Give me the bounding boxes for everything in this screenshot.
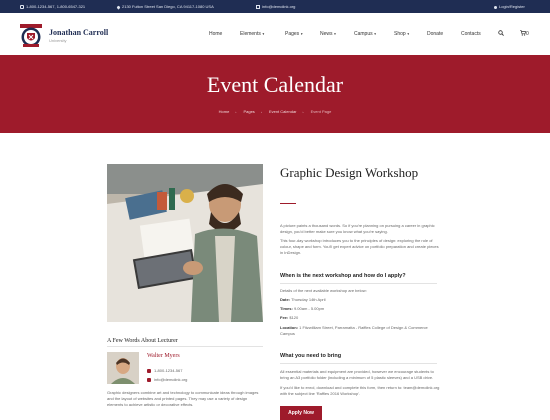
search-icon[interactable] <box>498 30 504 36</box>
nav-item-shop[interactable]: Shop▼ <box>394 31 410 37</box>
site-header: Jonathan Carroll University Home Element… <box>0 13 550 55</box>
breadcrumb-pages[interactable]: Pages <box>243 109 254 114</box>
topbar-email[interactable]: info@demolink.org <box>256 4 295 9</box>
section-divider <box>280 283 437 284</box>
page-title: Event Calendar <box>206 72 344 97</box>
lecturer-email[interactable]: info@demolink.org <box>147 377 187 382</box>
lecturer-portrait-image <box>107 352 139 384</box>
lecturer-name[interactable]: Walter Myers <box>147 353 180 359</box>
lecturer-email-text: info@demolink.org <box>154 377 188 382</box>
bring-text-1: All essential materials and equipment ar… <box>280 369 434 380</box>
detail-fee-label: Fee: <box>280 315 289 320</box>
chevron-down-icon: ▼ <box>261 32 265 36</box>
what-to-bring-heading: What you need to bring <box>280 353 342 359</box>
breadcrumb-event-calendar[interactable]: Event Calendar <box>269 109 297 114</box>
detail-location-label: Location: <box>280 325 298 330</box>
topbar-email-text: info@demolink.org <box>262 4 296 9</box>
nav-label: Home <box>209 31 223 37</box>
topbar-phone-text: 1-800-1234-567, 1-800-6547-321 <box>26 4 86 9</box>
breadcrumb: Home › Pages › Event Calendar › Event Page <box>0 109 550 114</box>
user-icon <box>494 6 497 9</box>
detail-times: Times: 9.00am - 5.00pm <box>280 306 440 312</box>
section-divider <box>280 363 437 364</box>
nav-item-elements[interactable]: Elements▼ <box>240 31 265 37</box>
breadcrumb-separator-icon: › <box>235 110 237 114</box>
mail-icon <box>256 5 260 9</box>
location-pin-icon <box>116 5 121 10</box>
chevron-down-icon: ▼ <box>373 32 377 36</box>
university-crest-icon[interactable] <box>20 23 42 47</box>
bring-text-2: If you'd like to enrol, download and com… <box>280 385 440 396</box>
mail-icon <box>147 378 151 382</box>
brand-name[interactable]: Jonathan Carroll <box>49 28 108 37</box>
event-intro-1: A picture paints a thousand words. So if… <box>280 223 435 234</box>
cart-button[interactable]: 0 <box>520 30 529 37</box>
breadcrumb-current: Event Page <box>310 109 332 114</box>
detail-date-value: Thursday 14th April <box>291 297 326 302</box>
event-photo <box>107 164 263 322</box>
page-banner: Event Calendar Home › Pages › Event Calend… <box>0 55 550 133</box>
topbar-address: 2130 Fulton Street San Diego, CA 94117-1… <box>116 4 214 10</box>
login-register-text: Login/Register <box>499 4 525 9</box>
nav-label: Elements <box>240 31 261 37</box>
chevron-down-icon: ▼ <box>333 32 337 36</box>
lecturer-divider <box>107 346 263 347</box>
detail-times-value: 9.00am - 5.00pm <box>293 306 325 311</box>
topbar-phone[interactable]: 1-800-1234-567, 1-800-6547-321 <box>20 4 85 9</box>
event-title: Graphic Design Workshop <box>280 165 419 180</box>
detail-date-label: Date: <box>280 297 291 302</box>
chevron-down-icon: ▼ <box>406 32 410 36</box>
top-bar: 1-800-1234-567, 1-800-6547-321 2130 Fult… <box>0 0 550 13</box>
nav-item-contacts[interactable]: Contacts <box>461 31 481 37</box>
nav-item-donate[interactable]: Donate <box>427 31 443 37</box>
apply-now-button[interactable]: Apply Now <box>280 406 322 420</box>
breadcrumb-separator-icon: › <box>260 110 262 114</box>
lecturer-phone[interactable]: 1-800-1234-567 <box>147 368 182 373</box>
nav-label: Shop <box>394 31 406 37</box>
topbar-address-text: 2130 Fulton Street San Diego, CA 94117-1… <box>122 4 214 9</box>
breadcrumb-home[interactable]: Home <box>219 109 230 114</box>
details-intro: Details of the next available workshop a… <box>280 288 367 293</box>
nav-item-campus[interactable]: Campus▼ <box>354 31 377 37</box>
cart-count: 0 <box>526 31 529 37</box>
detail-date: Date: Thursday 14th April <box>280 297 440 303</box>
detail-location: Location: 1 Fitzwilliam Street, Parramat… <box>280 325 440 337</box>
login-register-link[interactable]: Login/Register <box>494 4 525 9</box>
detail-times-label: Times: <box>280 306 293 311</box>
lecturer-phone-text: 1-800-1234-567 <box>154 368 183 373</box>
designer-at-desk-image <box>107 164 263 322</box>
detail-fee: Fee: $120 <box>280 315 440 321</box>
detail-fee-value: $120 <box>289 315 299 320</box>
nav-item-home[interactable]: Home <box>209 31 222 37</box>
nav-label: Contacts <box>461 31 481 37</box>
detail-location-value: 1 Fitzwilliam Street, Parramatta - Raffl… <box>280 325 428 336</box>
nav-label: Pages <box>285 31 300 37</box>
nav-label: Campus <box>354 31 373 37</box>
lecturer-bio: Graphic designers combine art and techno… <box>107 390 259 407</box>
phone-icon <box>20 5 24 9</box>
lecturer-heading: A Few Words About Lecturer <box>107 338 178 344</box>
nav-label: News <box>320 31 333 37</box>
title-divider <box>280 203 296 204</box>
phone-icon <box>147 369 151 373</box>
chevron-down-icon: ▼ <box>300 32 304 36</box>
brand-subtitle: University <box>49 38 67 43</box>
nav-item-news[interactable]: News▼ <box>320 31 337 37</box>
avatar <box>107 352 139 384</box>
nav-item-pages[interactable]: Pages▼ <box>285 31 303 37</box>
event-intro-2: This four-day workshop introduces you to… <box>280 238 439 255</box>
nav-label: Donate <box>427 31 444 37</box>
breadcrumb-separator-icon: › <box>302 110 304 114</box>
next-workshop-heading: When is the next workshop and how do I a… <box>280 273 406 279</box>
